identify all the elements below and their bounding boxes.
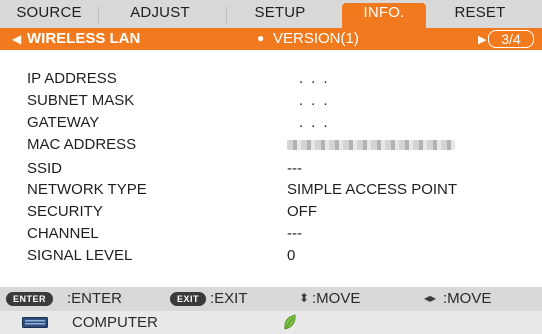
monitor-icon: [22, 317, 48, 328]
enter-help-text: :ENTER: [67, 290, 123, 307]
row-value: ---: [287, 225, 302, 242]
row-value: SIMPLE ACCESS POINT: [287, 181, 458, 198]
bullet-icon: ●: [257, 31, 265, 45]
row-label: SIGNAL LEVEL: [27, 247, 133, 264]
move-leftright-help-text: :MOVE: [443, 290, 492, 307]
row-gateway: GATEWAY ...: [0, 112, 542, 134]
row-channel: CHANNEL ---: [0, 223, 542, 245]
move-updown-help-text: :MOVE: [312, 290, 361, 307]
row-label: SSID: [27, 160, 63, 177]
row-value: 0: [287, 247, 296, 264]
tab-divider: [226, 6, 227, 24]
row-label: IP ADDRESS: [27, 70, 117, 87]
submenu-header: ◀ WIRELESS LAN ● VERSION(1) ▶ 3/4: [0, 28, 542, 50]
next-page-title[interactable]: VERSION(1): [273, 30, 359, 47]
exit-key-badge: EXIT: [170, 292, 207, 306]
row-label: SECURITY: [27, 203, 103, 220]
exit-help-text: :EXIT: [210, 290, 248, 307]
row-label: NETWORK TYPE: [27, 181, 147, 198]
left-arrow-icon[interactable]: ◀: [12, 32, 21, 46]
row-value: ---: [287, 160, 302, 177]
tab-setup[interactable]: SETUP: [238, 3, 322, 28]
up-down-arrow-icon: ⬍: [299, 291, 310, 305]
info-menu-screen: SOURCE ADJUST SETUP INFO. RESET ◀ WIRELE…: [0, 0, 542, 334]
enter-key-badge: ENTER: [6, 292, 54, 306]
row-value: ...: [299, 70, 336, 87]
source-label: COMPUTER: [72, 314, 158, 331]
tab-info[interactable]: INFO.: [342, 3, 426, 28]
tab-source[interactable]: SOURCE: [10, 3, 88, 28]
row-signal-level: SIGNAL LEVEL 0: [0, 245, 542, 267]
menu-tabs: SOURCE ADJUST SETUP INFO. RESET: [0, 0, 542, 28]
row-mac-address: MAC ADDRESS: [0, 134, 542, 156]
leaf-icon: [284, 314, 296, 330]
tab-adjust[interactable]: ADJUST: [108, 3, 212, 28]
mac-address-redacted: [287, 140, 455, 150]
row-value: ...: [299, 92, 336, 109]
source-bar: COMPUTER: [0, 311, 542, 334]
left-right-arrow-icon: ◂▸: [424, 291, 437, 305]
tab-divider: [98, 6, 99, 24]
current-page-title: WIRELESS LAN: [27, 30, 141, 47]
row-ip-address: IP ADDRESS ...: [0, 68, 542, 90]
row-value: ...: [299, 114, 336, 131]
right-arrow-icon[interactable]: ▶: [478, 33, 486, 46]
page-indicator: 3/4: [488, 30, 534, 48]
row-label: CHANNEL: [27, 225, 99, 242]
row-label: GATEWAY: [27, 114, 100, 131]
row-network-type: NETWORK TYPE SIMPLE ACCESS POINT: [0, 179, 542, 201]
help-bar: ENTER :ENTER EXIT :EXIT ⬍ :MOVE ◂▸ :MOVE: [0, 287, 542, 311]
tab-reset[interactable]: RESET: [440, 3, 520, 28]
row-security: SECURITY OFF: [0, 201, 542, 223]
row-subnet-mask: SUBNET MASK ...: [0, 90, 542, 112]
row-label: MAC ADDRESS: [27, 136, 137, 153]
row-value: OFF: [287, 203, 317, 220]
row-ssid: SSID ---: [0, 158, 542, 180]
row-label: SUBNET MASK: [27, 92, 135, 109]
